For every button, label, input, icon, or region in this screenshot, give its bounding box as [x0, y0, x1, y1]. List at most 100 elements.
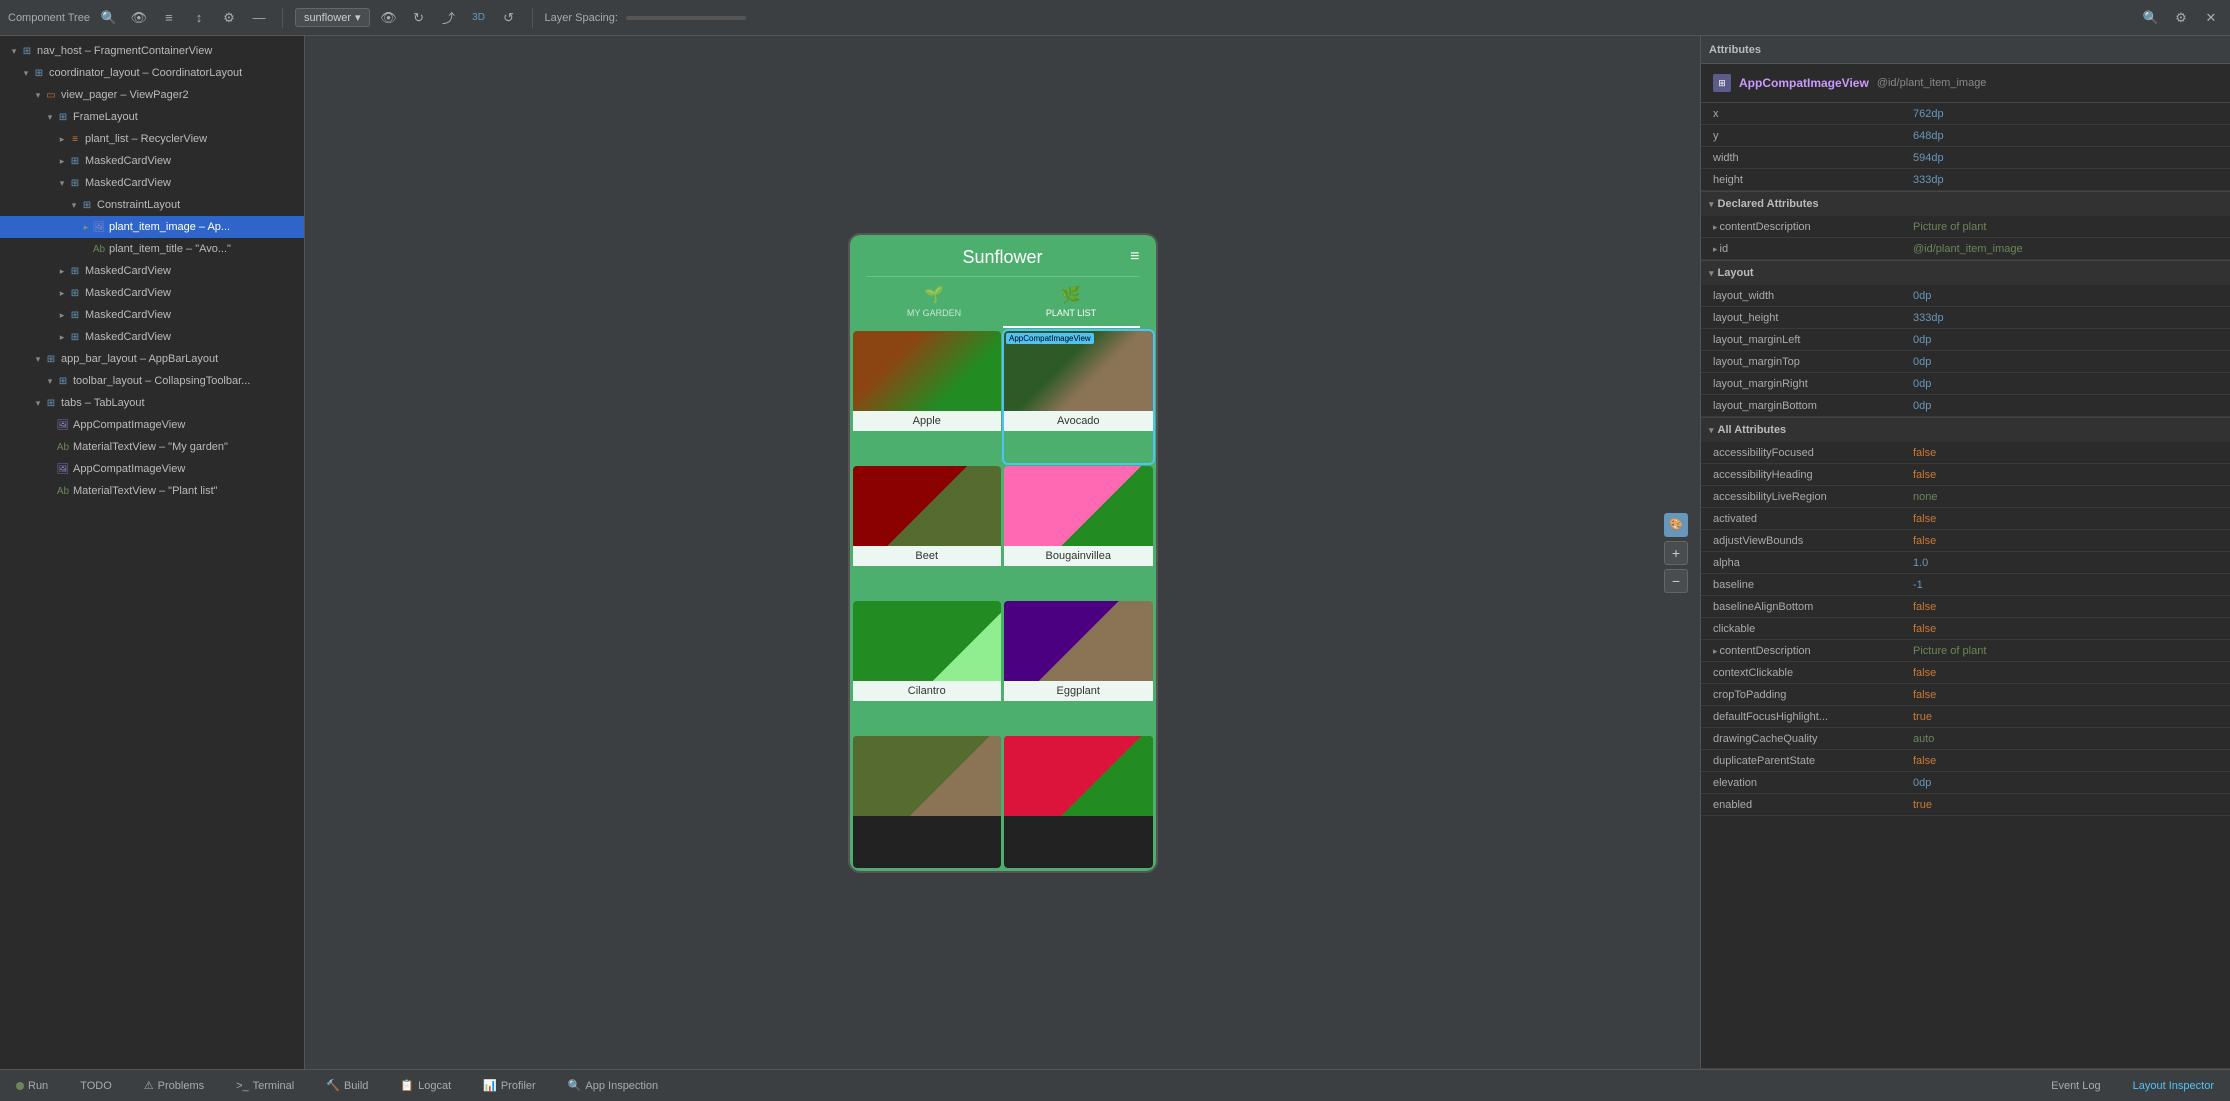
tree-item-constraint[interactable]: ▾ ⊞ ConstraintLayout [0, 194, 304, 216]
label-coordinator: coordinator_layout – CoordinatorLayout [49, 67, 242, 79]
tree-item-toolbar[interactable]: ▾ ⊞ toolbar_layout – CollapsingToolbar..… [0, 370, 304, 392]
label-plant-image: plant_item_image – Ap... [109, 221, 230, 233]
list-button[interactable]: ≡ [158, 7, 180, 29]
tree-item-maskedcard5[interactable]: ▸ ⊞ MaskedCardView [0, 304, 304, 326]
plant-card-fig[interactable]: — [853, 736, 1002, 868]
toggle-framelayout[interactable]: ▾ [44, 111, 56, 123]
tree-container[interactable]: ▾ ⊞ nav_host – FragmentContainerView ▾ ⊞… [0, 36, 304, 1069]
3d-btn[interactable]: 3D [468, 7, 490, 29]
toggle-maskedcard4[interactable]: ▸ [56, 287, 68, 299]
tree-item-nav-host[interactable]: ▾ ⊞ nav_host – FragmentContainerView [0, 40, 304, 62]
plant-card-apple[interactable]: Apple [853, 331, 1002, 463]
attr-value-elevation: 0dp [1913, 777, 1931, 789]
view-id: @id/plant_item_image [1877, 77, 1987, 89]
label-maskedcard1: MaskedCardView [85, 155, 171, 167]
tree-item-coordinator[interactable]: ▾ ⊞ coordinator_layout – CoordinatorLayo… [0, 62, 304, 84]
toggle-maskedcard1[interactable]: ▸ [56, 155, 68, 167]
tree-item-viewpager[interactable]: ▾ ▭ view_pager – ViewPager2 [0, 84, 304, 106]
plant-card-avocado[interactable]: AppCompatImageView Avocado [1004, 331, 1153, 463]
attr-close-btn[interactable]: ✕ [2200, 7, 2222, 29]
tab-event-log[interactable]: Event Log [2043, 1076, 2109, 1096]
icon-framelayout: ⊞ [56, 110, 70, 124]
zoom-in-btn[interactable]: + [1664, 541, 1688, 565]
toggle-coordinator[interactable]: ▾ [20, 67, 32, 79]
toggle-maskedcard3[interactable]: ▸ [56, 265, 68, 277]
expand-arrow-content-desc: ▸ [1713, 222, 1718, 232]
toggle-nav-host[interactable]: ▾ [8, 45, 20, 57]
tab-plant-list[interactable]: 🌿 PLANT LIST [1003, 277, 1140, 328]
search-button[interactable]: 🔍 [98, 7, 120, 29]
tree-item-plant-image[interactable]: ▸ 🖼 plant_item_image – Ap... [0, 216, 304, 238]
close-button[interactable]: — [248, 7, 270, 29]
tree-item-maskedcard4[interactable]: ▸ ⊞ MaskedCardView [0, 282, 304, 304]
layout-section-label: Layout [1718, 267, 1754, 279]
tab-logcat[interactable]: 📋 Logcat [392, 1075, 459, 1096]
plant-img-hibiscus [1004, 736, 1153, 816]
attr-name-margin-left: layout_marginLeft [1713, 334, 1913, 346]
icon-material-text2: Ab [56, 484, 70, 498]
tab-profiler[interactable]: 📊 Profiler [475, 1075, 544, 1096]
toggle-maskedcard2[interactable]: ▾ [56, 177, 68, 189]
tree-item-appcompat2[interactable]: 🖼 AppCompatImageView [0, 458, 304, 480]
rotate-btn[interactable]: ↻ [408, 7, 430, 29]
toggle-appbarlayout[interactable]: ▾ [32, 353, 44, 365]
toggle-tabs[interactable]: ▾ [32, 397, 44, 409]
eye-btn-2[interactable]: 👁 [378, 7, 400, 29]
palette-btn[interactable]: 🎨 [1664, 513, 1688, 537]
toggle-plant-image[interactable]: ▸ [80, 221, 92, 233]
layout-attrs-header[interactable]: ▾ Layout [1701, 261, 2230, 285]
tree-item-maskedcard2[interactable]: ▾ ⊞ MaskedCardView [0, 172, 304, 194]
toggle-toolbar[interactable]: ▾ [44, 375, 56, 387]
toggle-plantlist[interactable]: ▸ [56, 133, 68, 145]
tree-item-maskedcard6[interactable]: ▸ ⊞ MaskedCardView [0, 326, 304, 348]
tab-my-garden[interactable]: 🌱 MY GARDEN [866, 277, 1003, 328]
attr-value-accessibility-heading: false [1913, 469, 1936, 481]
tree-item-plantlist[interactable]: ▸ ≡ plant_list – RecyclerView [0, 128, 304, 150]
tree-item-plant-title[interactable]: Ab plant_item_title – "Avo..." [0, 238, 304, 260]
plant-card-bougainvillea[interactable]: Bougainvillea [1004, 466, 1153, 598]
tab-run[interactable]: Run [8, 1076, 56, 1096]
tab-build[interactable]: 🔨 Build [318, 1075, 376, 1096]
plant-card-cilantro[interactable]: Cilantro [853, 601, 1002, 733]
tree-item-material-text2[interactable]: Ab MaterialTextView – "Plant list" [0, 480, 304, 502]
declared-attrs-header[interactable]: ▾ Declared Attributes [1701, 192, 2230, 216]
attr-search-btn[interactable]: 🔍 [2140, 7, 2162, 29]
tree-item-material-text1[interactable]: Ab MaterialTextView – "My garden" [0, 436, 304, 458]
tree-item-framelayout[interactable]: ▾ ⊞ FrameLayout [0, 106, 304, 128]
sort-button[interactable]: ↕ [188, 7, 210, 29]
toggle-maskedcard6[interactable]: ▸ [56, 331, 68, 343]
tab-todo[interactable]: TODO [72, 1076, 120, 1096]
toggle-viewpager[interactable]: ▾ [32, 89, 44, 101]
toggle-constraint[interactable]: ▾ [68, 199, 80, 211]
tab-app-inspection[interactable]: 🔍 App Inspection [560, 1075, 666, 1096]
attr-settings-btn[interactable]: ⚙ [2170, 7, 2192, 29]
zoom-out-btn[interactable]: − [1664, 569, 1688, 593]
plant-card-beet[interactable]: Beet [853, 466, 1002, 598]
label-plant-title: plant_item_title – "Avo..." [109, 243, 231, 255]
all-attrs-header[interactable]: ▾ All Attributes [1701, 418, 2230, 442]
refresh-btn[interactable]: ↺ [498, 7, 520, 29]
tab-layout-inspector-label: Layout Inspector [2133, 1080, 2214, 1092]
tree-item-maskedcard1[interactable]: ▸ ⊞ MaskedCardView [0, 150, 304, 172]
tab-layout-inspector[interactable]: Layout Inspector [2125, 1076, 2222, 1096]
icon-appcompat2: 🖼 [56, 462, 70, 476]
toggle-maskedcard5[interactable]: ▸ [56, 309, 68, 321]
filter-icon[interactable]: ≡ [1130, 248, 1139, 266]
eye-button[interactable]: 👁 [128, 7, 150, 29]
attr-name-clickable: clickable [1713, 623, 1913, 635]
layer-spacing-slider[interactable] [626, 16, 746, 20]
plant-card-eggplant[interactable]: Eggplant [1004, 601, 1153, 733]
icon-maskedcard6: ⊞ [68, 330, 82, 344]
app-dropdown[interactable]: sunflower ▾ [295, 8, 370, 27]
export-btn[interactable]: ⤴ [438, 7, 460, 29]
tab-problems[interactable]: ⚠ Problems [136, 1075, 212, 1096]
plant-card-hibiscus[interactable]: — [1004, 736, 1153, 868]
plant-label-apple: Apple [853, 411, 1002, 431]
tree-item-appcompat1[interactable]: 🖼 AppCompatImageView [0, 414, 304, 436]
tree-item-maskedcard3[interactable]: ▸ ⊞ MaskedCardView [0, 260, 304, 282]
tree-item-tabs[interactable]: ▾ ⊞ tabs – TabLayout [0, 392, 304, 414]
tree-item-appbarlayout[interactable]: ▾ ⊞ app_bar_layout – AppBarLayout [0, 348, 304, 370]
attr-crop-to-padding: cropToPadding false [1701, 684, 2230, 706]
settings-button[interactable]: ⚙ [218, 7, 240, 29]
tab-terminal[interactable]: >_ Terminal [228, 1076, 302, 1096]
